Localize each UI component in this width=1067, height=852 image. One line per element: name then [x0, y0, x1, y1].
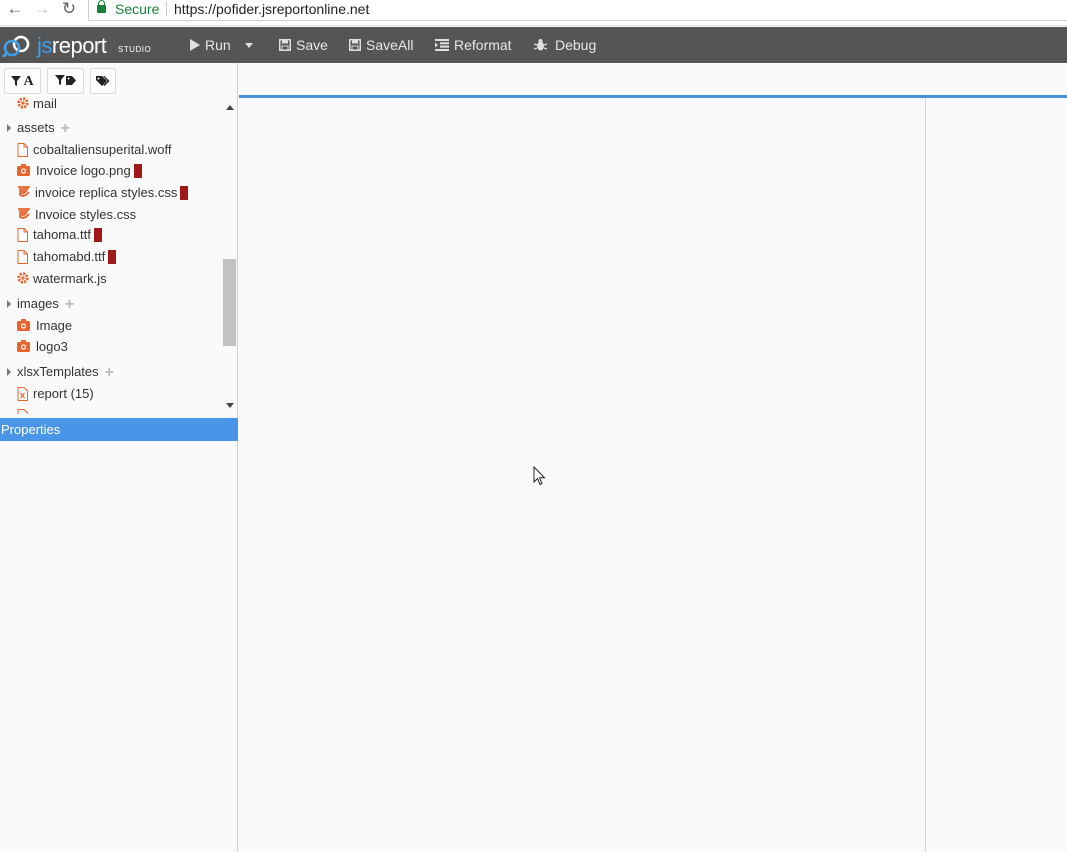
lock-marker — [108, 250, 117, 264]
scroll-down-icon[interactable] — [226, 403, 234, 408]
tree-item-label: Invoice logo.png — [36, 163, 131, 178]
tree-folder-xlsx[interactable]: xlsxTemplates + — [0, 362, 220, 382]
tree-folder-label: assets — [17, 120, 55, 135]
floppy-icon — [349, 39, 361, 51]
tree-item-label: tahoma.ttf — [33, 227, 91, 242]
camera-icon — [17, 340, 30, 352]
tree-scrollbar[interactable] — [222, 97, 238, 414]
tree-folder-label: xlsxTemplates — [17, 364, 99, 379]
lock-marker — [133, 164, 142, 178]
camera-icon — [17, 319, 30, 331]
lock-icon — [97, 0, 106, 13]
tags-button[interactable] — [90, 68, 116, 94]
file-icon — [17, 250, 28, 264]
bug-icon — [534, 39, 547, 51]
caret-right-icon[interactable] — [7, 368, 11, 376]
forward-arrow-icon[interactable]: → — [31, 0, 53, 22]
gear-icon — [17, 97, 29, 109]
properties-header[interactable]: Properties — [0, 418, 238, 441]
css3-icon — [18, 186, 30, 197]
add-icon[interactable]: + — [105, 363, 114, 383]
url-text[interactable]: https://pofider.jsreportonline.net — [174, 1, 369, 17]
name-filter-button[interactable]: A — [4, 68, 41, 94]
save-button[interactable]: Save — [279, 37, 328, 53]
tree-item-label: Invoice styles.css — [35, 207, 137, 222]
editor-tabs-area — [239, 63, 1067, 95]
tree-item-label: watermark.js — [33, 271, 107, 286]
entity-filters: A — [0, 63, 238, 97]
saveall-button[interactable]: SaveAll — [349, 37, 413, 53]
gear-icon — [17, 272, 29, 284]
scroll-thumb[interactable] — [223, 259, 236, 346]
reformat-button[interactable]: Reformat — [435, 37, 512, 53]
file-icon — [17, 409, 28, 414]
lock-marker — [93, 228, 102, 242]
tree-item-label: cobaltaliensuperital.woff — [33, 142, 172, 157]
secure-label: Secure — [115, 1, 160, 17]
address-bar[interactable]: Secure https://pofider.jsreportonline.ne… — [88, 0, 1067, 21]
preview-splitter[interactable] — [925, 98, 926, 852]
tree-folder-label: images — [17, 296, 59, 311]
tree-folder-assets[interactable]: assets + — [0, 118, 220, 138]
tree-item-label: Image — [36, 318, 73, 333]
file-icon — [17, 228, 28, 242]
entity-tree: mail assets + cobaltaliensuperital.woff I… — [0, 97, 224, 414]
excel-file-icon — [17, 387, 28, 401]
css3-icon — [18, 208, 30, 219]
tree-item-label: tahomabd.ttf — [33, 249, 106, 264]
debug-button[interactable]: Debug — [534, 37, 596, 53]
caret-down-icon[interactable] — [244, 43, 253, 48]
tag-filter-button[interactable] — [47, 68, 84, 94]
caret-right-icon[interactable] — [7, 300, 11, 308]
back-arrow-icon[interactable]: ← — [4, 0, 26, 22]
filter-tag-icon — [54, 75, 76, 85]
tree-folder-images[interactable]: images + — [0, 294, 220, 314]
studio-toolbar: jsreport STUDIO Run Save SaveAll Reforma… — [0, 27, 1067, 63]
tags-icon — [96, 76, 110, 86]
reload-icon[interactable]: ↻ — [58, 0, 80, 22]
add-icon[interactable]: + — [65, 295, 74, 315]
tree-item-label: report (15) — [33, 386, 94, 401]
run-button[interactable]: Run — [189, 37, 253, 53]
camera-icon — [17, 164, 30, 176]
file-icon — [17, 143, 28, 157]
indent-icon — [435, 39, 449, 51]
logo-studio-label: STUDIO — [118, 45, 152, 54]
add-icon[interactable]: + — [61, 119, 70, 139]
editor-active-line — [239, 95, 1067, 98]
omnibox-divider — [166, 1, 167, 16]
left-panel: A mail assets + cobaltaliensuperital.woff… — [0, 63, 238, 852]
caret-right-icon[interactable] — [7, 124, 11, 132]
floppy-icon — [279, 39, 291, 51]
play-icon — [190, 39, 200, 51]
logo-text: jsreport — [37, 33, 107, 58]
filter-icon — [11, 76, 22, 86]
scroll-up-icon[interactable] — [226, 105, 234, 110]
tree-item-label: logo3 — [36, 339, 68, 354]
jsreport-logo-icon — [2, 35, 30, 57]
lock-marker — [180, 186, 189, 200]
tree-item-label: invoice replica styles.css — [35, 185, 178, 200]
browser-bar: ← → ↻ Secure https://pofider.jsreportonl… — [0, 0, 1067, 26]
mouse-pointer-icon — [533, 466, 546, 486]
tree-item-label: mail — [33, 97, 57, 111]
